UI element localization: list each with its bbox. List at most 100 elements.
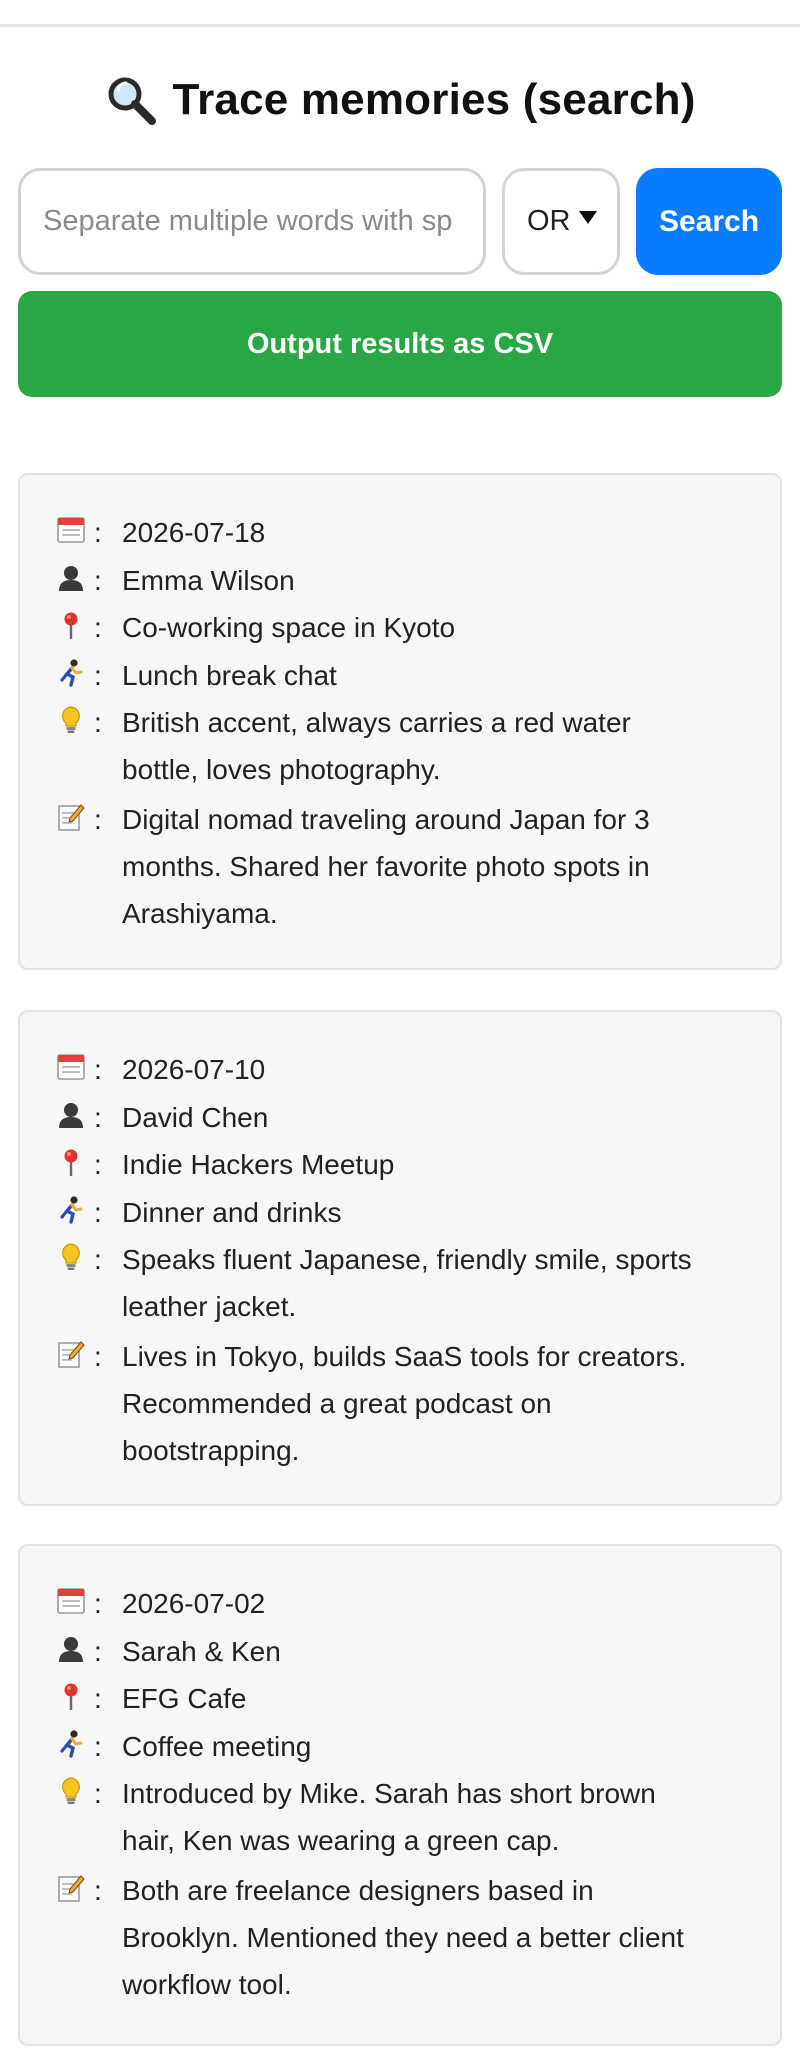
lightbulb-icon xyxy=(54,1240,88,1274)
field-value-line: Digital nomad traveling around Japan for… xyxy=(122,804,650,835)
field-separator: : xyxy=(94,564,102,596)
search-button[interactable]: Search xyxy=(636,168,782,275)
magnifier-icon xyxy=(108,77,157,125)
calendar-icon xyxy=(54,513,88,547)
field-value: 2026-07-02 xyxy=(122,1580,754,1627)
field-person: : David Chen xyxy=(54,1094,754,1141)
field-situation: : Lunch break chat xyxy=(54,652,754,699)
field-features: : Introduced by Mike. Sarah has short bro… xyxy=(54,1770,754,1864)
field-value: Introduced by Mike. Sarah has short brow… xyxy=(122,1770,754,1864)
field-value: Digital nomad traveling around Japan for… xyxy=(122,796,754,937)
field-value-line: bottle, loves photography. xyxy=(122,754,441,785)
field-value-line: months. Shared her favorite photo spots … xyxy=(122,851,650,882)
person-icon xyxy=(54,1098,88,1132)
field-value-line: 2026-07-10 xyxy=(122,1054,266,1085)
field-value: Both are freelance designers based in Bro… xyxy=(122,1867,754,2008)
field-separator: : xyxy=(94,1196,102,1228)
field-value: 2026-07-10 xyxy=(122,1046,754,1093)
field-notes: : Both are freelance designers based in Br… xyxy=(54,1867,754,2008)
field-value-line: Arashiyama. xyxy=(122,898,278,929)
field-value: Co-working space in Kyoto xyxy=(122,604,754,651)
field-separator: : xyxy=(94,1341,102,1372)
field-value-line: Recommended a great podcast on xyxy=(122,1388,552,1419)
field-value: Emma Wilson xyxy=(122,557,754,604)
page-header: Trace memories (search) xyxy=(0,70,800,130)
memo-icon xyxy=(54,1337,88,1371)
field-value-line: 2026-07-18 xyxy=(122,517,266,548)
field-separator: : xyxy=(94,1730,102,1762)
field-person: : Sarah & Ken xyxy=(54,1628,754,1675)
operator-select[interactable]: OR xyxy=(502,168,620,275)
field-separator: : xyxy=(94,1244,102,1275)
field-value-line: British accent, always carries a red wat… xyxy=(122,707,631,738)
field-location: : Co-working space in Kyoto xyxy=(54,604,754,651)
field-separator: : xyxy=(94,1778,102,1809)
field-value-line: Coffee meeting xyxy=(122,1730,312,1762)
field-value-line: workflow tool. xyxy=(122,1969,292,2000)
field-separator: : xyxy=(94,1683,102,1714)
field-date: :2026-07-18 xyxy=(54,509,754,556)
field-separator: : xyxy=(94,1635,102,1667)
pushpin-icon xyxy=(54,1679,88,1713)
field-value-line: Brooklyn. Mentioned they need a better c… xyxy=(122,1922,684,1953)
field-value-line: Sarah & Ken xyxy=(122,1635,281,1667)
field-value-line: Introduced by Mike. Sarah has short brow… xyxy=(122,1778,656,1809)
field-features: : British accent, always carries a red wa… xyxy=(54,699,754,793)
chevron-down-icon xyxy=(579,211,597,224)
field-value-line: bootstrapping. xyxy=(122,1435,300,1466)
person-icon xyxy=(54,1632,88,1666)
export-csv-button[interactable]: Output results as CSV xyxy=(18,291,782,397)
running-person-icon xyxy=(54,1727,88,1761)
running-person-icon xyxy=(54,656,88,690)
search-bar: OR Search xyxy=(18,168,782,275)
pushpin-icon xyxy=(54,608,88,642)
field-date: :2026-07-10 xyxy=(54,1046,754,1093)
field-separator: : xyxy=(94,707,102,738)
field-separator: : xyxy=(94,1101,102,1133)
result-card: :2026-07-10: David Chen: Indie Hackers Mee… xyxy=(18,1010,782,1506)
field-value-line: EFG Cafe xyxy=(122,1683,247,1714)
field-value-line: Speaks fluent Japanese, friendly smile, … xyxy=(122,1244,692,1275)
field-value: 2026-07-18 xyxy=(122,509,754,556)
field-value-line: leather jacket. xyxy=(122,1291,297,1322)
field-value: Dinner and drinks xyxy=(122,1189,754,1236)
field-value-line: Both are freelance designers based in xyxy=(122,1875,594,1906)
field-separator: : xyxy=(94,1054,102,1085)
field-value: David Chen xyxy=(122,1094,754,1141)
lightbulb-icon xyxy=(54,703,88,737)
person-icon xyxy=(54,561,88,595)
search-input[interactable] xyxy=(18,168,486,275)
field-separator: : xyxy=(94,1588,102,1619)
field-date: :2026-07-02 xyxy=(54,1580,754,1627)
field-separator: : xyxy=(94,612,102,643)
field-separator: : xyxy=(94,804,102,835)
calendar-icon xyxy=(54,1050,88,1084)
field-situation: : Coffee meeting xyxy=(54,1723,754,1770)
memo-icon xyxy=(54,800,88,834)
field-value-line: hair, Ken was wearing a green cap. xyxy=(122,1825,560,1856)
field-value: Speaks fluent Japanese, friendly smile, … xyxy=(122,1236,754,1330)
field-value: Indie Hackers Meetup xyxy=(122,1141,754,1188)
result-card: :2026-07-02: Sarah & Ken: EFG Cafe: Coffee … xyxy=(18,1544,782,2046)
field-value-line: 2026-07-02 xyxy=(122,1588,266,1619)
field-location: : EFG Cafe xyxy=(54,1675,754,1722)
field-features: : Speaks fluent Japanese, friendly smile,… xyxy=(54,1236,754,1330)
field-situation: : Dinner and drinks xyxy=(54,1189,754,1236)
lightbulb-icon xyxy=(54,1774,88,1808)
field-value-line: Emma Wilson xyxy=(122,564,295,596)
top-divider xyxy=(0,24,800,27)
field-value-line: Dinner and drinks xyxy=(122,1196,342,1228)
field-value: EFG Cafe xyxy=(122,1675,754,1722)
field-separator: : xyxy=(94,659,102,691)
field-location: : Indie Hackers Meetup xyxy=(54,1141,754,1188)
field-value-line: Indie Hackers Meetup xyxy=(122,1149,395,1180)
running-person-icon xyxy=(54,1193,88,1227)
field-value: Lives in Tokyo, builds SaaS tools for cr… xyxy=(122,1333,754,1474)
field-value: British accent, always carries a red wat… xyxy=(122,699,754,793)
field-separator: : xyxy=(94,1875,102,1906)
field-value-line: Lives in Tokyo, builds SaaS tools for cr… xyxy=(122,1341,687,1372)
field-value: Lunch break chat xyxy=(122,652,754,699)
field-value: Sarah & Ken xyxy=(122,1628,754,1675)
pushpin-icon xyxy=(54,1145,88,1179)
field-notes: : Digital nomad traveling around Japan fo… xyxy=(54,796,754,937)
